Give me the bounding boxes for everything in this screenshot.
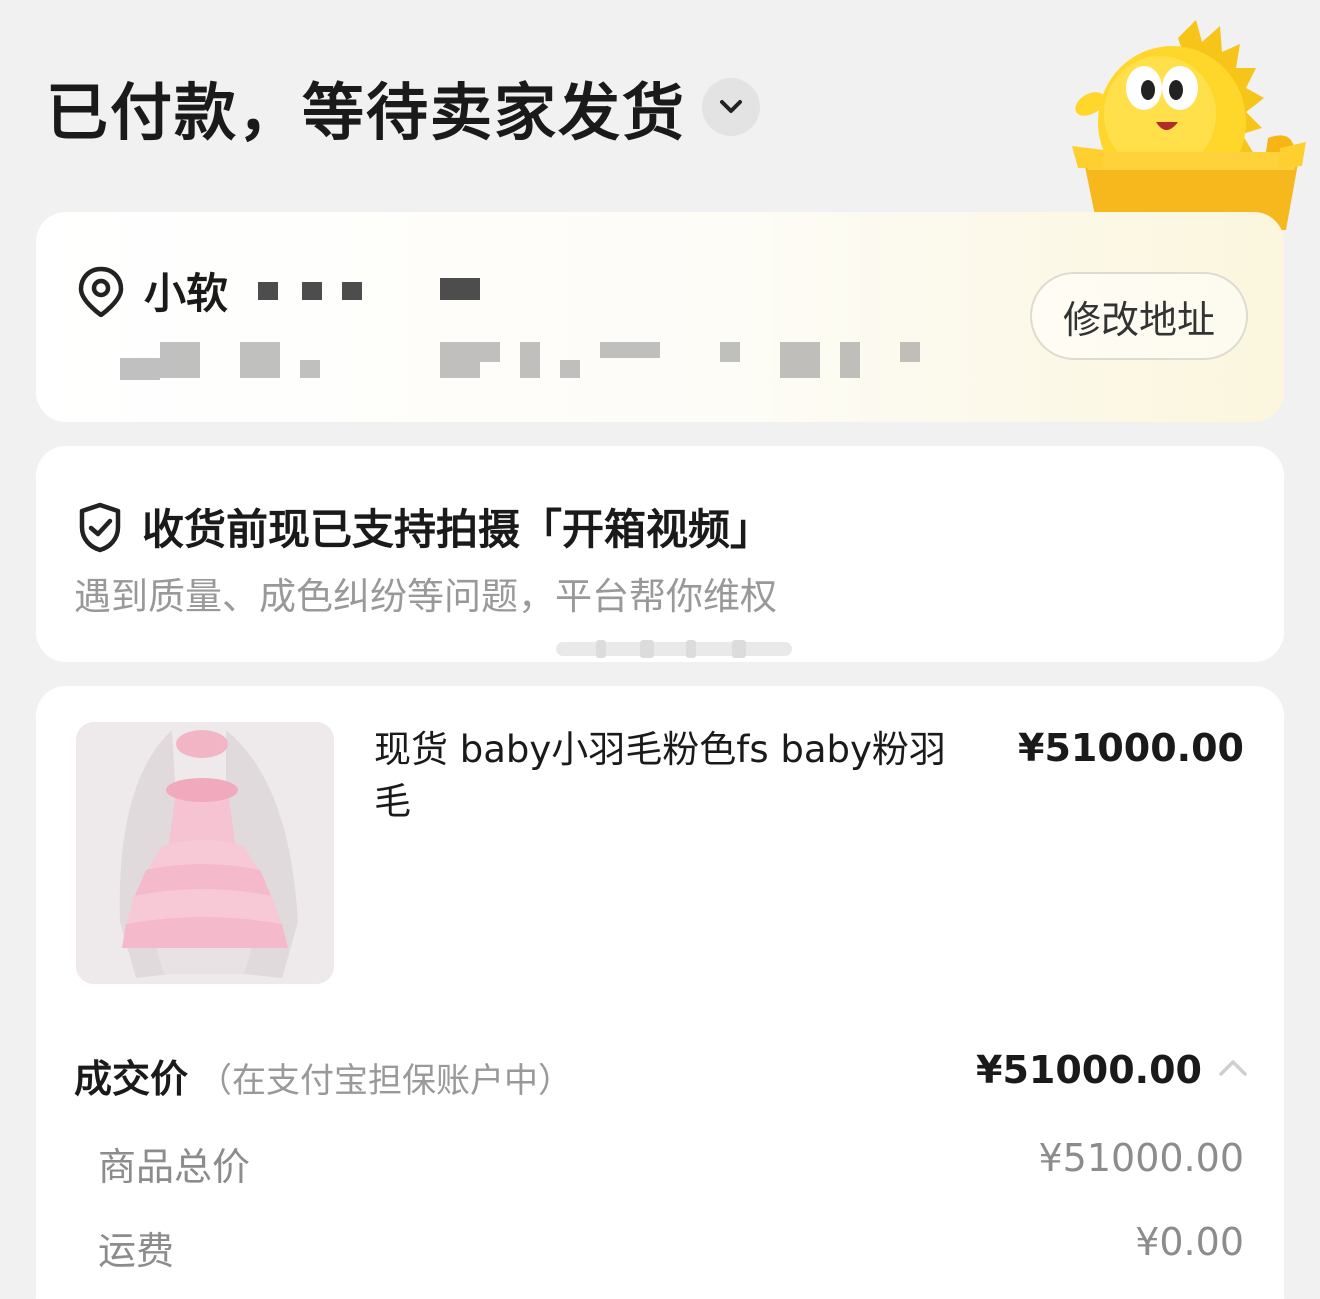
goods-total-value: ¥51000.00	[1038, 1136, 1245, 1180]
unboxing-video-card[interactable]: 收货前现已支持拍摄「开箱视频」 遇到质量、成色纠纷等问题，平台帮你维权	[36, 446, 1284, 662]
shield-check-icon	[79, 502, 121, 552]
mascot-illustration	[1072, 20, 1306, 230]
shipping-fee-label: 运费	[98, 1229, 175, 1273]
deal-price-note: （在支付宝担保账户中）	[198, 1061, 573, 1101]
status-expand-button[interactable]	[702, 78, 761, 136]
product-title[interactable]: 现货 baby小羽毛粉色fs baby粉羽毛	[374, 724, 974, 828]
address-recipient-row: 小软	[76, 260, 228, 321]
goods-total-label: 商品总价	[98, 1145, 251, 1189]
chevron-up-icon[interactable]	[1216, 1056, 1250, 1080]
watermark-graphic	[556, 640, 792, 658]
unboxing-video-title-row: 收货前现已支持拍摄「开箱视频」	[76, 496, 772, 557]
deal-price-label: 成交价	[74, 1057, 189, 1101]
order-status-header: 已付款，等待卖家发货	[46, 62, 761, 152]
order-status-title: 已付款，等待卖家发货	[46, 76, 687, 149]
edit-address-button[interactable]: 修改地址	[1030, 272, 1248, 360]
location-pin-icon	[78, 266, 124, 317]
product-thumbnail[interactable]	[76, 722, 334, 984]
deal-price-value: ¥51000.00	[976, 1048, 1202, 1092]
chevron-down-icon	[720, 100, 743, 113]
address-card[interactable]: 小软 修改地址	[36, 212, 1284, 422]
shipping-fee-value: ¥0.00	[1135, 1220, 1244, 1264]
product-price: ¥51000.00	[1018, 726, 1244, 770]
unboxing-video-subtitle: 遇到质量、成色纠纷等问题，平台帮你维权	[74, 575, 777, 618]
deal-price-row[interactable]: 成交价 （在支付宝担保账户中）	[74, 1048, 572, 1103]
unboxing-video-title: 收货前现已支持拍摄「开箱视频」	[142, 505, 773, 554]
order-detail-card: 现货 baby小羽毛粉色fs baby粉羽毛 ¥51000.00 成交价 （在支…	[36, 686, 1284, 1299]
pink-dress-image	[76, 722, 334, 984]
recipient-name: 小软	[144, 269, 229, 318]
